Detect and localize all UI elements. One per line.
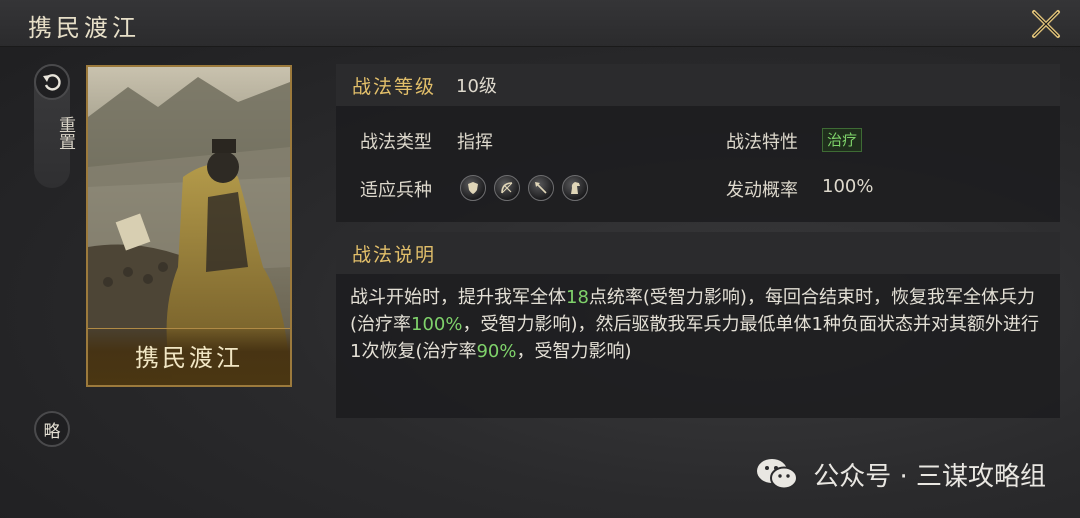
- description-text: 战斗开始时，提升我军全体18点统率(受智力影响)，每回合结束时，恢复我军全体兵力…: [350, 284, 1050, 365]
- close-button[interactable]: [1026, 4, 1066, 42]
- reset-control[interactable]: 重置: [34, 64, 75, 188]
- close-icon[interactable]: [1026, 4, 1066, 42]
- level-label: 战法等级: [352, 75, 437, 98]
- card-name: 携民渡江: [135, 344, 243, 372]
- window-title: 携民渡江: [28, 14, 140, 42]
- chance-value: 100%: [822, 176, 874, 197]
- skill-card: 携民渡江: [86, 65, 292, 387]
- description-title: 战法说明: [352, 243, 437, 266]
- level-row: 战法等级 10级: [336, 64, 1060, 106]
- troops-label: 适应兵种: [360, 180, 432, 201]
- watermark-text: 公众号 · 三谋攻略组: [813, 461, 1046, 492]
- description-header: 战法说明: [336, 232, 1060, 274]
- trait-badge: 治疗: [822, 128, 863, 152]
- level-value: 10级: [456, 76, 497, 97]
- skill-info-panel: 战法等级 10级 战法类型 指挥 战法特性 治疗 适应兵种 发动概率 100%: [336, 64, 1060, 222]
- highlight-value: 90%: [476, 341, 517, 362]
- highlight-value: 100%: [411, 314, 463, 335]
- reset-button[interactable]: [34, 64, 70, 100]
- highlight-value: 18: [566, 287, 589, 308]
- description-part: 战斗开始时，提升我军全体: [350, 287, 566, 308]
- strategy-label: 略: [43, 421, 61, 442]
- spear-icon: [528, 175, 554, 201]
- reset-label: 重置: [55, 116, 75, 150]
- wechat-icon: [757, 459, 799, 490]
- watermark: 公众号 · 三谋攻略组: [755, 454, 1046, 494]
- shield-icon: [460, 175, 486, 201]
- trait-label: 战法特性: [726, 132, 798, 153]
- type-label: 战法类型: [360, 132, 432, 153]
- undo-icon: [43, 74, 61, 91]
- description-panel: 战法说明 战斗开始时，提升我军全体18点统率(受智力影响)，每回合结束时，恢复我…: [336, 232, 1060, 418]
- horse-icon: [562, 175, 588, 201]
- bow-icon: [494, 175, 520, 201]
- description-part: ，受智力影响): [516, 341, 632, 362]
- type-value: 指挥: [457, 132, 493, 153]
- chance-label: 发动概率: [726, 180, 798, 201]
- title-bar: 携民渡江: [0, 0, 1080, 47]
- strategy-button[interactable]: 略: [34, 411, 70, 447]
